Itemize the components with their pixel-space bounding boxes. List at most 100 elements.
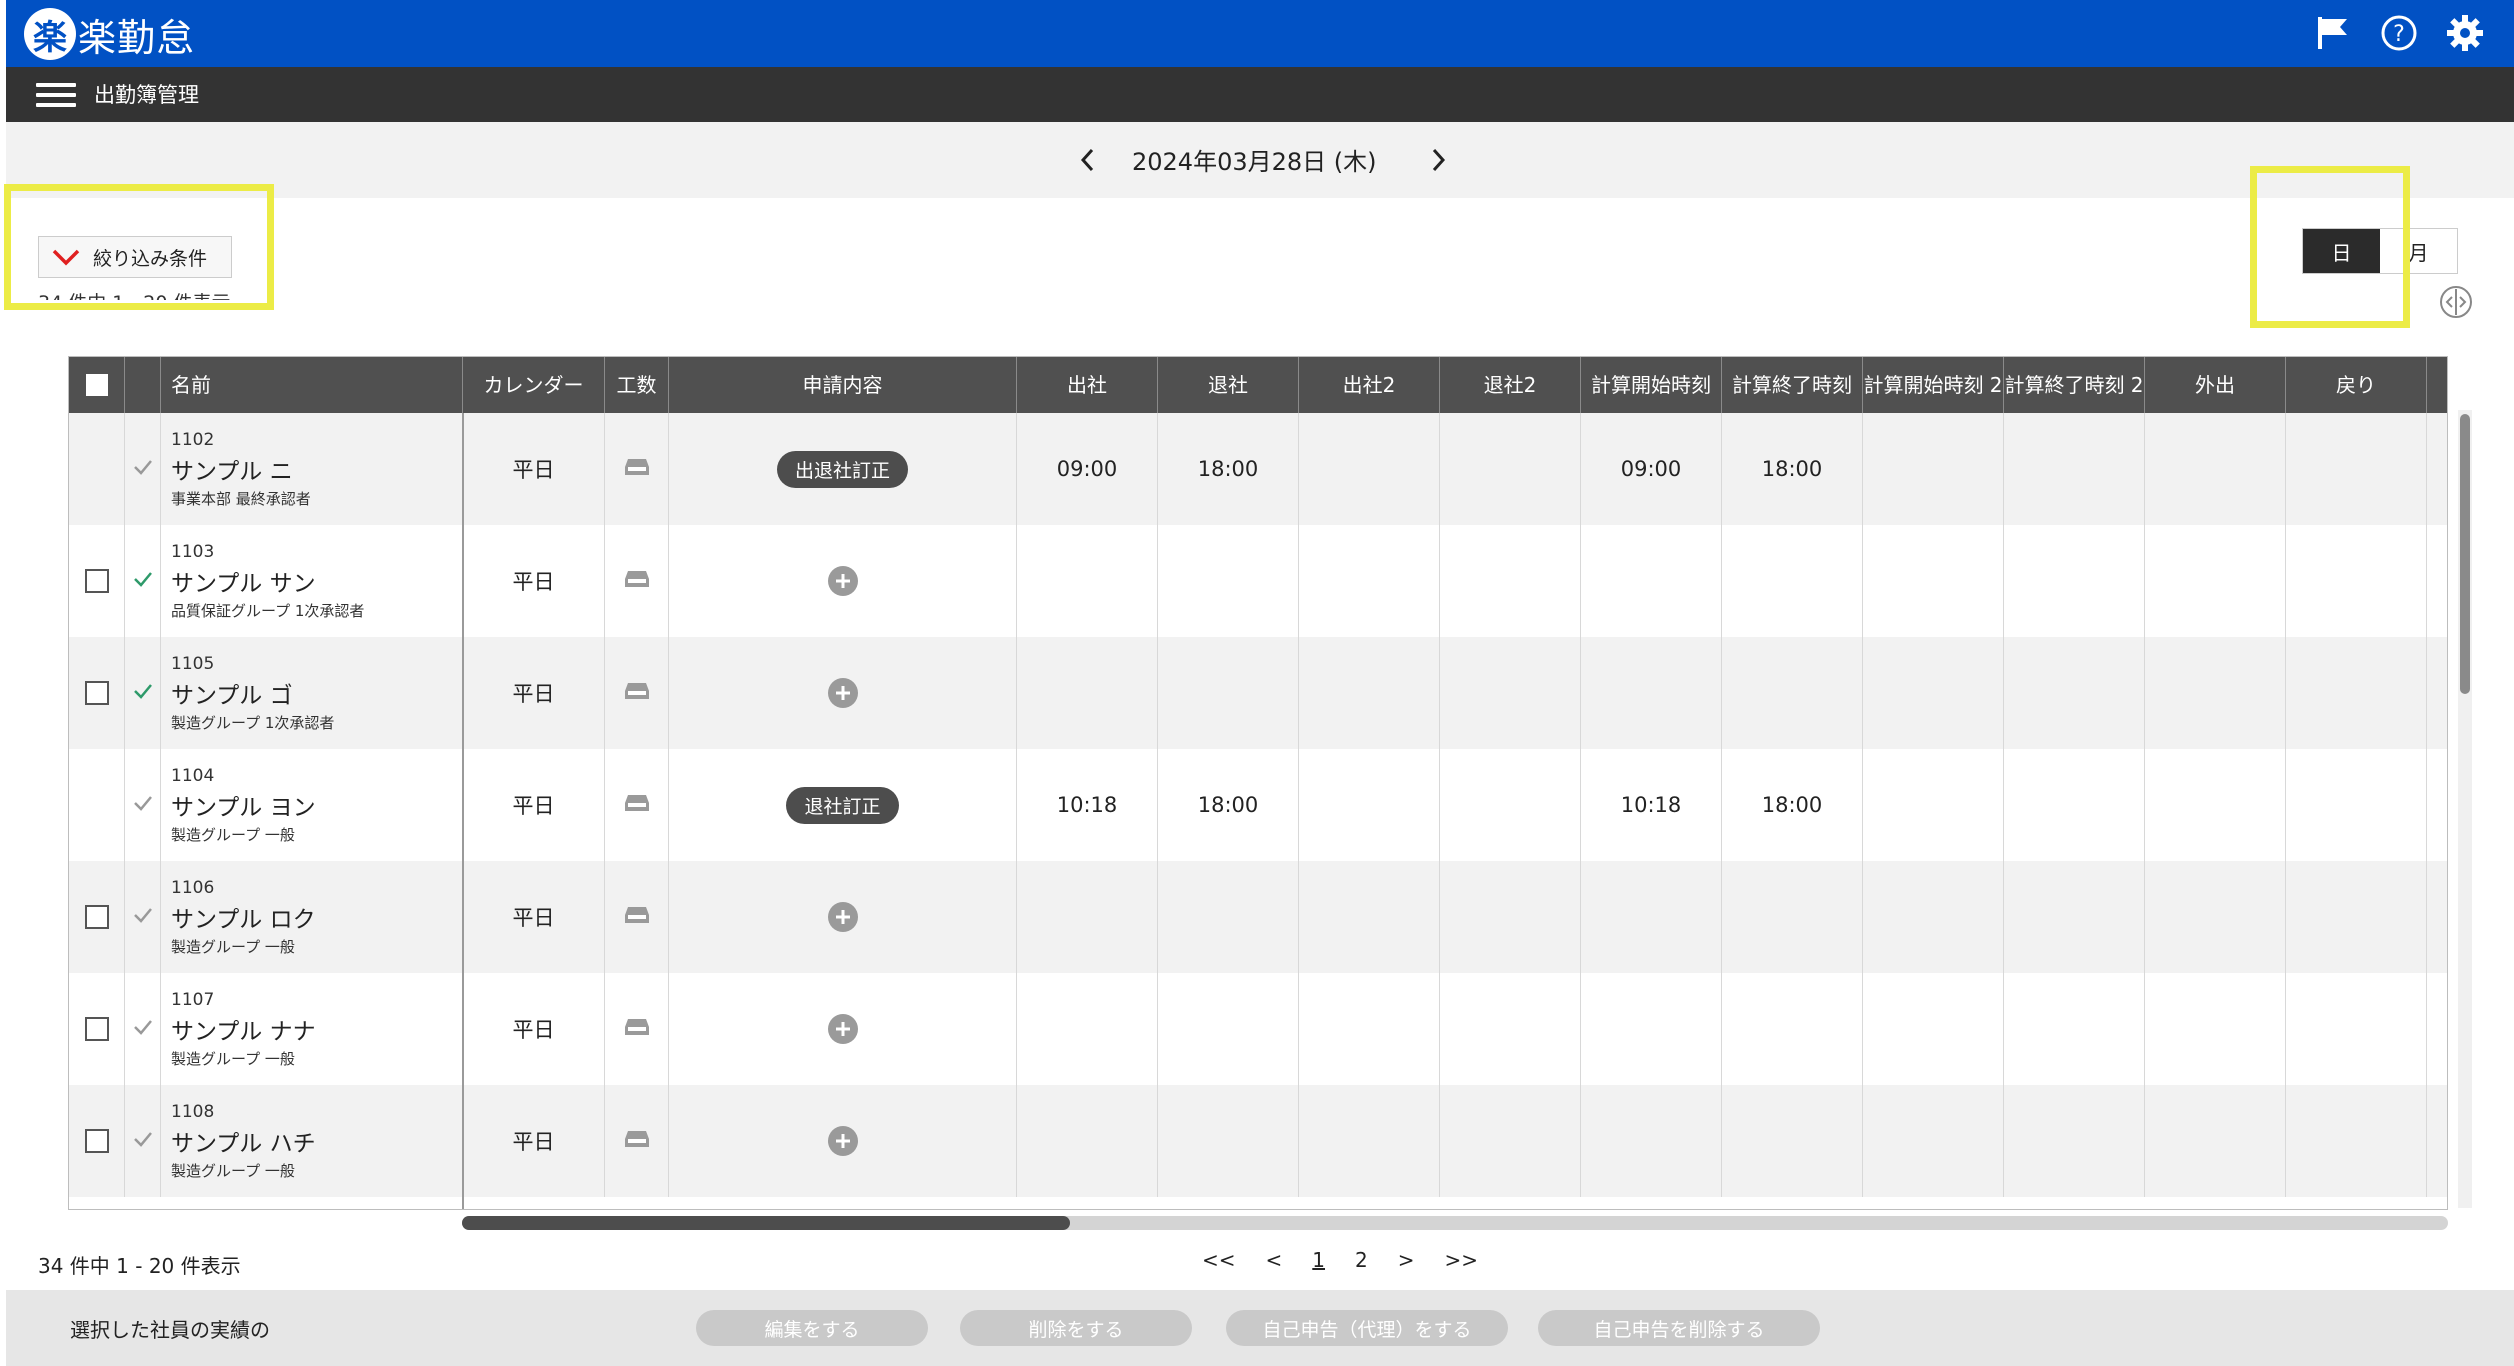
- status-cell: [125, 861, 161, 973]
- out2-cell: [1440, 1085, 1581, 1197]
- kousu-cell: [605, 749, 669, 861]
- out-cell: 18:00: [1158, 413, 1299, 525]
- table-row[interactable]: 1108 サンプル ハチ 製造グループ 一般 平日: [69, 1085, 2447, 1197]
- calc-start-cell: [1581, 861, 1722, 973]
- prev-page-link[interactable]: <: [1266, 1248, 1283, 1272]
- next-date-button[interactable]: [1424, 142, 1454, 178]
- tray-icon[interactable]: [623, 1129, 651, 1154]
- calendar-cell: 平日: [463, 525, 605, 637]
- table-row[interactable]: 1105 サンプル ゴ 製造グループ 1次承認者 平日: [69, 637, 2447, 749]
- svg-text:?: ?: [2393, 22, 2405, 47]
- request-badge[interactable]: 退社訂正: [786, 786, 899, 824]
- row-checkbox[interactable]: [84, 1017, 109, 1041]
- employee-cell[interactable]: 1104 サンプル ヨン 製造グループ 一般: [161, 749, 463, 861]
- header-calc-end2[interactable]: 計算終了時刻 2: [2004, 357, 2145, 413]
- header-calendar[interactable]: カレンダー: [463, 357, 605, 413]
- tray-icon[interactable]: [623, 569, 651, 594]
- calc-end-cell: [1722, 861, 1863, 973]
- tray-icon[interactable]: [623, 457, 651, 482]
- calc-start2-cell: [1863, 861, 2004, 973]
- employee-cell[interactable]: 1102 サンプル ニ 事業本部 最終承認者: [161, 413, 463, 525]
- header-out[interactable]: 退社: [1158, 357, 1299, 413]
- in2-cell: [1299, 749, 1440, 861]
- row-checkbox[interactable]: [84, 681, 109, 705]
- request-badge[interactable]: 出退社訂正: [776, 450, 908, 488]
- vertical-scrollbar[interactable]: [2458, 410, 2472, 1208]
- header-status: [125, 357, 161, 413]
- chevron-down-icon: [51, 245, 81, 269]
- calc-end-cell: 18:00: [1722, 413, 1863, 525]
- horizontal-scrollbar[interactable]: [462, 1216, 2448, 1230]
- prev-date-button[interactable]: [1072, 142, 1102, 178]
- app-logo[interactable]: 楽 楽勤怠: [24, 6, 195, 62]
- row-checkbox[interactable]: [84, 1129, 109, 1153]
- tray-icon[interactable]: [623, 681, 651, 706]
- status-cell: [125, 749, 161, 861]
- employee-cell[interactable]: 1106 サンプル ロク 製造グループ 一般: [161, 861, 463, 973]
- table-row[interactable]: 1106 サンプル ロク 製造グループ 一般 平日: [69, 861, 2447, 973]
- header-calc-start2[interactable]: 計算開始時刻 2: [1863, 357, 2004, 413]
- tray-icon[interactable]: [623, 793, 651, 818]
- column-resize-icon[interactable]: [2438, 284, 2474, 320]
- calc-end-cell: [1722, 525, 1863, 637]
- table-row[interactable]: 1107 サンプル ナナ 製造グループ 一般 平日: [69, 973, 2447, 1085]
- employee-name: サンプル ニ: [171, 458, 293, 485]
- logo-mark: 楽: [24, 8, 76, 60]
- table-row[interactable]: 1102 サンプル ニ 事業本部 最終承認者 平日 出退社訂正 09:00 18…: [69, 413, 2447, 525]
- employee-code: 1107: [171, 989, 215, 1010]
- calc-end2-cell: [2004, 749, 2145, 861]
- page-2-link[interactable]: 2: [1355, 1248, 1368, 1272]
- tray-icon[interactable]: [623, 905, 651, 930]
- gear-icon[interactable]: [2444, 12, 2486, 54]
- top-bar: 楽 楽勤怠 ?: [6, 0, 2514, 67]
- self-report-button[interactable]: 自己申告（代理）をする: [1226, 1310, 1508, 1346]
- day-view-button[interactable]: 日: [2303, 229, 2380, 273]
- table-row[interactable]: 1103 サンプル サン 品質保証グループ 1次承認者 平日: [69, 525, 2447, 637]
- header-out2[interactable]: 退社2: [1440, 357, 1581, 413]
- next-page-link[interactable]: >: [1398, 1248, 1415, 1272]
- add-request-icon[interactable]: [827, 678, 858, 708]
- table-row[interactable]: 1104 サンプル ヨン 製造グループ 一般 平日 退社訂正 10:18 18:…: [69, 749, 2447, 861]
- header-kousu[interactable]: 工数: [605, 357, 669, 413]
- help-icon[interactable]: ?: [2378, 12, 2420, 54]
- employee-name: サンプル ナナ: [171, 1018, 316, 1045]
- month-view-button[interactable]: 月: [2380, 229, 2457, 273]
- tray-icon[interactable]: [623, 1017, 651, 1042]
- row-select-cell: [69, 749, 125, 861]
- header-goout[interactable]: 外出: [2145, 357, 2286, 413]
- vertical-scroll-thumb[interactable]: [2460, 414, 2470, 694]
- flag-icon[interactable]: [2312, 12, 2354, 54]
- employee-cell[interactable]: 1107 サンプル ナナ 製造グループ 一般: [161, 973, 463, 1085]
- employee-code: 1106: [171, 877, 215, 898]
- employee-cell[interactable]: 1103 サンプル サン 品質保証グループ 1次承認者: [161, 525, 463, 637]
- header-name[interactable]: 名前: [161, 357, 463, 413]
- select-all-checkbox[interactable]: [85, 374, 108, 396]
- hamburger-menu-icon[interactable]: [36, 83, 76, 107]
- delete-button[interactable]: 削除をする: [960, 1310, 1192, 1346]
- horizontal-scroll-thumb[interactable]: [462, 1216, 1070, 1230]
- header-in[interactable]: 出社: [1017, 357, 1158, 413]
- last-page-link[interactable]: >>: [1445, 1248, 1479, 1272]
- filter-toggle-button[interactable]: 絞り込み条件: [38, 236, 232, 278]
- first-page-link[interactable]: <<: [1202, 1248, 1236, 1272]
- header-calc-start[interactable]: 計算開始時刻: [1581, 357, 1722, 413]
- employee-cell[interactable]: 1108 サンプル ハチ 製造グループ 一般: [161, 1085, 463, 1197]
- header-back[interactable]: 戻り: [2286, 357, 2427, 413]
- add-request-icon[interactable]: [827, 566, 858, 596]
- goout-cell: [2145, 1085, 2286, 1197]
- row-checkbox[interactable]: [84, 569, 109, 593]
- page-1-link[interactable]: 1: [1312, 1248, 1325, 1272]
- add-request-icon[interactable]: [827, 902, 858, 932]
- header-request[interactable]: 申請内容: [669, 357, 1017, 413]
- add-request-icon[interactable]: [827, 1126, 858, 1156]
- in2-cell: [1299, 1085, 1440, 1197]
- header-calc-end[interactable]: 計算終了時刻: [1722, 357, 1863, 413]
- employee-cell[interactable]: 1105 サンプル ゴ 製造グループ 1次承認者: [161, 637, 463, 749]
- add-request-icon[interactable]: [827, 1014, 858, 1044]
- calendar-cell: 平日: [463, 861, 605, 973]
- row-checkbox[interactable]: [84, 905, 109, 929]
- status-cell: [125, 1085, 161, 1197]
- header-in2[interactable]: 出社2: [1299, 357, 1440, 413]
- edit-button[interactable]: 編集をする: [696, 1310, 928, 1346]
- delete-self-report-button[interactable]: 自己申告を削除する: [1538, 1310, 1820, 1346]
